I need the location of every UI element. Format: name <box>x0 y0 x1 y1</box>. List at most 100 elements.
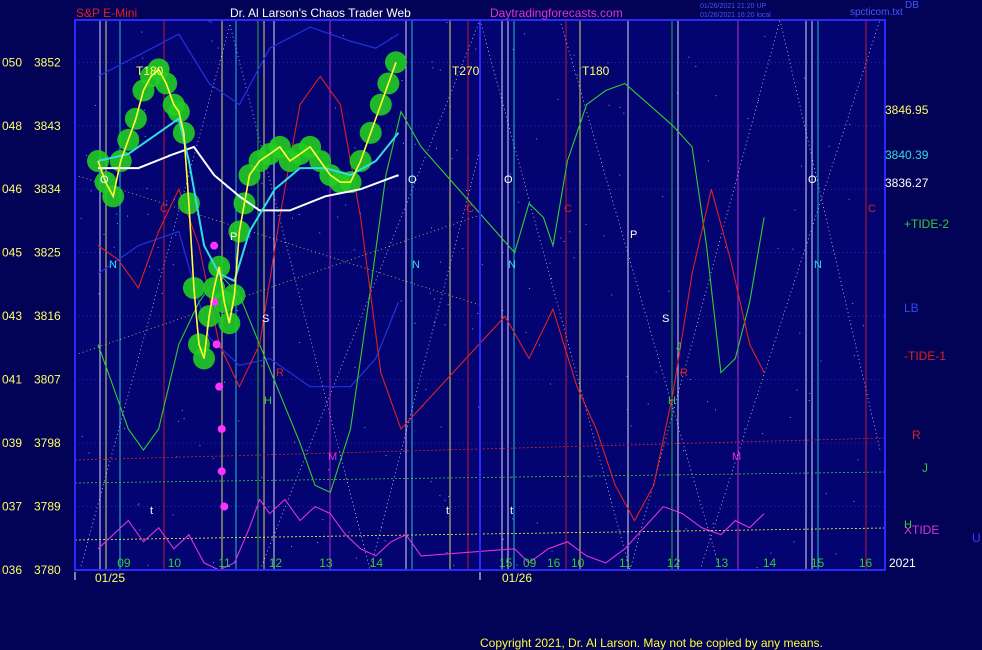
star <box>213 562 214 564</box>
marker-label: t <box>150 505 153 517</box>
star <box>853 500 855 502</box>
star <box>539 344 540 346</box>
y-tick-left: 043 <box>2 309 22 323</box>
star <box>291 546 292 547</box>
x-tick: 11 <box>619 556 632 570</box>
star <box>88 452 90 454</box>
star <box>808 400 810 401</box>
star <box>852 302 854 304</box>
marker-label: M <box>732 451 741 463</box>
star <box>626 375 628 377</box>
star <box>799 332 801 334</box>
star <box>143 109 145 111</box>
star <box>298 214 300 215</box>
x-tick: 11 <box>218 556 231 570</box>
star <box>662 196 664 197</box>
star <box>172 264 174 266</box>
x-tick: 09 <box>523 556 537 570</box>
star <box>758 100 759 102</box>
star <box>475 48 477 50</box>
star <box>175 234 177 236</box>
marker-label: S <box>662 313 669 325</box>
star <box>431 227 432 229</box>
right-value: 3846.95 <box>885 103 929 117</box>
star <box>820 360 822 362</box>
right-value: 3836.27 <box>885 176 929 190</box>
star <box>81 436 83 437</box>
star <box>510 476 512 478</box>
star <box>647 403 649 405</box>
legend-label: J <box>922 461 928 475</box>
star <box>456 149 458 151</box>
star <box>801 165 802 167</box>
star <box>322 519 324 521</box>
star <box>764 35 766 37</box>
star <box>794 209 796 211</box>
star <box>80 217 82 219</box>
star <box>384 540 386 542</box>
star <box>353 249 355 251</box>
x-tick: 09 <box>117 556 131 570</box>
star <box>364 427 366 428</box>
star <box>436 147 437 149</box>
star <box>237 310 239 312</box>
x-tick: 16 <box>547 556 561 570</box>
star <box>124 427 126 429</box>
star <box>238 420 240 422</box>
star <box>355 557 357 559</box>
chaos-trader-chart: 050 3852 048 3843 046 3834 045 3825 043 3816 041 38… <box>2 0 981 650</box>
y-tick-price: 3780 <box>34 563 61 577</box>
star <box>292 217 293 219</box>
cycle-label: T180 <box>582 64 610 78</box>
star <box>849 124 851 125</box>
date-label: 01/26 <box>502 571 532 585</box>
marker-label: J <box>676 341 682 353</box>
star <box>481 264 483 266</box>
star <box>440 261 442 263</box>
y-tick-price: 3798 <box>34 436 61 450</box>
star <box>793 541 795 543</box>
marker-label: C <box>564 203 572 215</box>
drop-point <box>220 502 229 511</box>
legend-label: R <box>912 428 921 442</box>
x-tick: 16 <box>859 556 873 570</box>
star <box>103 233 105 235</box>
marker-label: t <box>510 505 513 517</box>
star <box>439 69 441 71</box>
marker-label: C <box>466 203 474 215</box>
drop-point <box>217 424 226 433</box>
star <box>518 201 520 203</box>
star <box>137 504 139 506</box>
drop-point <box>210 241 219 250</box>
x-tick: 13 <box>319 556 333 570</box>
drop-point <box>217 467 226 476</box>
star <box>502 538 504 540</box>
copyright: Copyright 2021, Dr. Al Larson. May not b… <box>480 636 823 650</box>
star <box>335 107 336 109</box>
star <box>158 269 160 271</box>
star <box>715 409 716 411</box>
drop-point <box>212 340 221 349</box>
star <box>183 418 185 420</box>
header-stamp-1: 01/26/2021 21:20 UP <box>700 3 766 10</box>
y-tick-price: 3852 <box>34 55 61 69</box>
star <box>439 495 441 497</box>
marker-label: R <box>680 367 688 379</box>
x-tick: 15 <box>811 556 825 570</box>
star <box>400 300 402 302</box>
star <box>126 215 128 217</box>
star <box>337 216 339 218</box>
header-corner-code: DB <box>905 0 919 11</box>
star <box>434 298 435 300</box>
star <box>477 312 479 314</box>
marker-label: P <box>230 231 237 243</box>
star <box>685 528 687 530</box>
y-tick-left: 037 <box>2 500 22 514</box>
star <box>224 381 225 383</box>
star <box>623 112 625 114</box>
star <box>161 293 163 294</box>
star <box>524 33 526 35</box>
star <box>550 383 551 385</box>
star <box>585 223 587 225</box>
star <box>770 552 772 554</box>
